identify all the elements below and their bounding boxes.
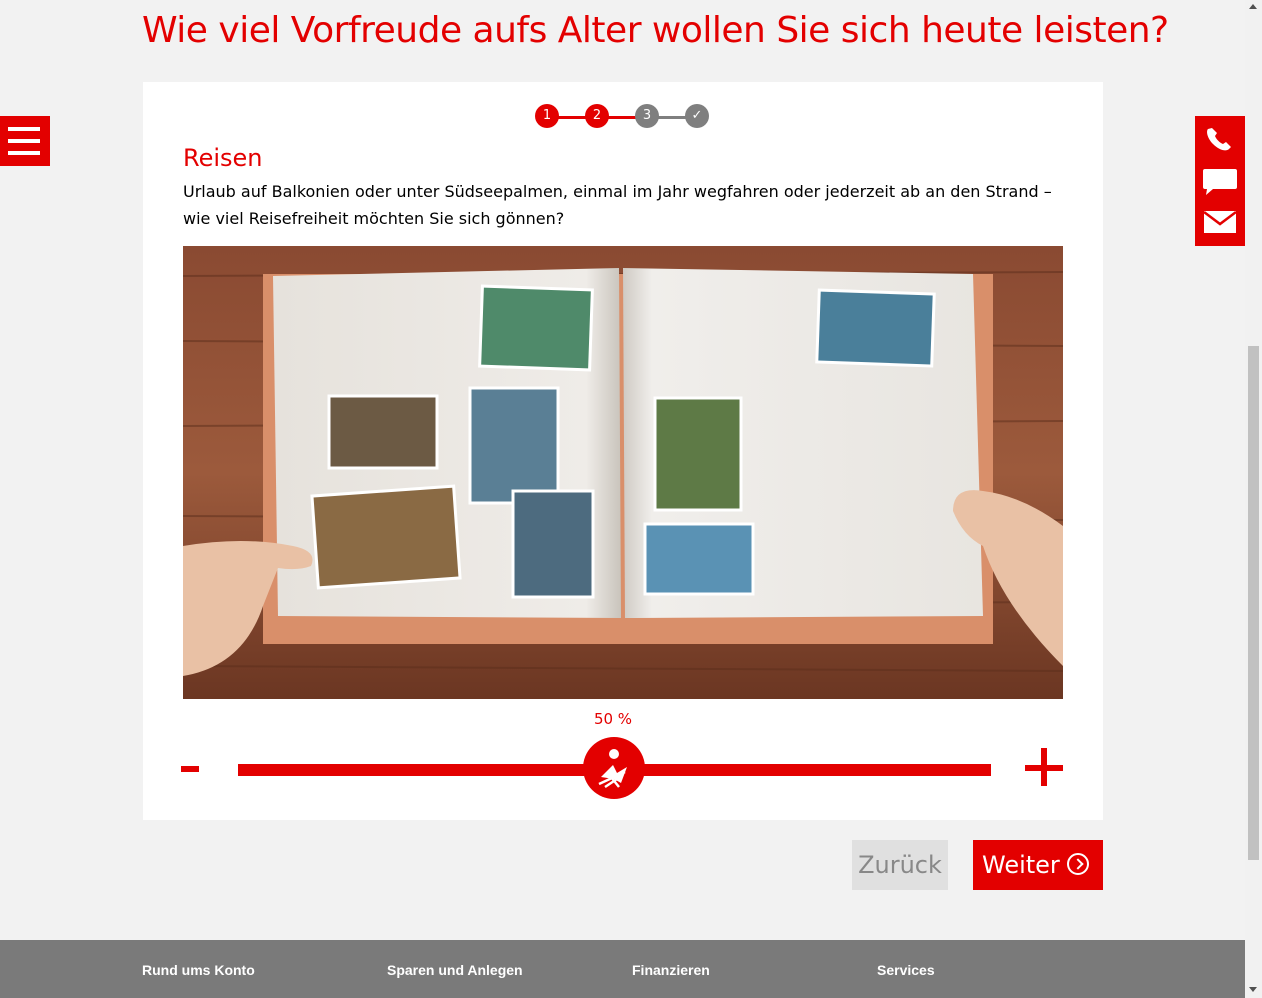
page-scrollbar[interactable] — [1245, 0, 1262, 998]
step-2[interactable]: 2 — [585, 104, 609, 128]
next-button[interactable]: Weiter — [973, 840, 1103, 890]
footer-heading[interactable]: Sparen und Anlegen — [387, 962, 617, 978]
scroll-down-icon[interactable] — [1249, 987, 1257, 992]
footer-heading[interactable]: Services — [877, 962, 1107, 978]
step-finish: ✓ — [685, 104, 709, 128]
footer-heading[interactable]: Finanzieren — [632, 962, 862, 978]
calculator-card: 1 2 3 ✓ Reisen Urlaub auf Balkonien oder… — [143, 82, 1103, 820]
footer: Rund ums Konto Sparen und Anlegen Finanz… — [0, 940, 1245, 998]
footer-column: Services — [877, 962, 1107, 978]
decrease-button[interactable] — [179, 754, 203, 784]
minus-icon — [181, 766, 199, 772]
deckchair-icon — [598, 749, 627, 789]
travel-photo-album-image — [183, 246, 1063, 699]
footer-column: Sparen und Anlegen — [387, 962, 617, 978]
page-title: Wie viel Vorfreude aufs Alter wollen Sie… — [142, 10, 1169, 51]
step-1[interactable]: 1 — [535, 104, 559, 128]
mail-button[interactable] — [1195, 202, 1245, 242]
increase-button[interactable] — [1023, 746, 1067, 790]
mail-icon — [1203, 211, 1237, 233]
section-description: Urlaub auf Balkonien oder unter Südseepa… — [183, 182, 1052, 228]
step-3: 3 — [635, 104, 659, 128]
scrollbar-thumb[interactable] — [1248, 346, 1259, 860]
slider-value: 50 % — [593, 710, 633, 728]
menu-button[interactable] — [0, 116, 50, 166]
footer-column: Finanzieren — [632, 962, 862, 978]
footer-column: Rund ums Konto — [142, 962, 372, 978]
chat-button[interactable] — [1195, 161, 1245, 201]
phone-button[interactable] — [1195, 120, 1245, 160]
chevron-right-icon — [1067, 853, 1089, 875]
contact-bar — [1195, 116, 1245, 246]
chat-icon — [1203, 169, 1237, 195]
back-button[interactable]: Zurück — [852, 840, 948, 890]
progress-stepper: 1 2 3 ✓ — [535, 104, 735, 130]
section-title: Reisen — [183, 144, 263, 172]
slider-thumb[interactable] — [583, 737, 645, 799]
phone-icon — [1207, 128, 1231, 151]
scroll-up-icon[interactable] — [1249, 4, 1257, 9]
footer-heading[interactable]: Rund ums Konto — [142, 962, 372, 978]
next-button-label: Weiter — [982, 851, 1060, 879]
